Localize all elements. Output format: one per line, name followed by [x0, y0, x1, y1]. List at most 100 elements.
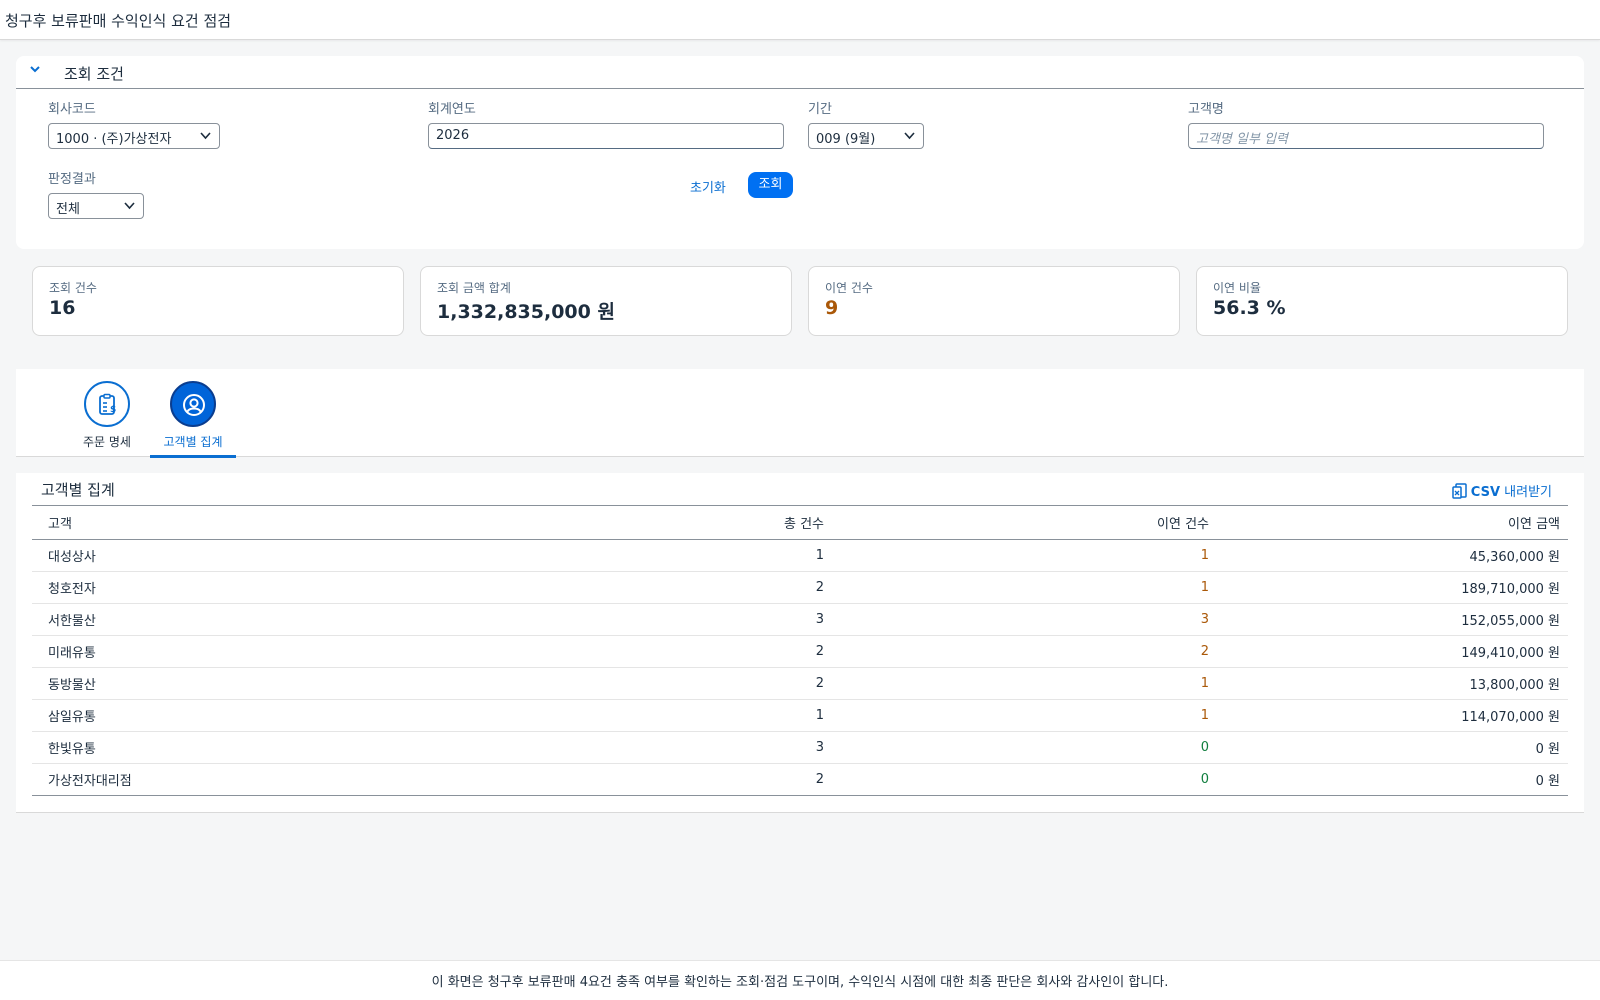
svg-text:$: $	[110, 405, 116, 415]
column-header-total-count[interactable]: 총 건수	[482, 506, 832, 540]
cell-total-count: 2	[815, 676, 824, 691]
cell-deferred-count: 0	[1200, 772, 1209, 787]
kpi-value: 9	[825, 297, 839, 319]
cell-customer: 가상전자대리점	[48, 774, 132, 789]
table-row[interactable]: 미래유통 2 2 149,410,000 원	[32, 636, 1568, 668]
order-clipboard-icon: $	[99, 393, 116, 415]
filter-panel: 조회 조건 회사코드 1000 · (주)가상전자 회계연도 2026 기간 0…	[16, 56, 1584, 249]
kpi-card-deferred-ratio: 이연 비율 56.3 %	[1196, 266, 1568, 336]
cell-total-count: 3	[815, 612, 824, 627]
cell-customer: 삼일유통	[48, 710, 96, 725]
table-row[interactable]: 한빛유통 3 0 0 원	[32, 732, 1568, 764]
result-select[interactable]: 전체	[48, 193, 144, 219]
company-code-select[interactable]: 1000 · (주)가상전자	[48, 123, 220, 149]
column-header-customer[interactable]: 고객	[32, 506, 482, 540]
period-value: 009 (9월)	[816, 132, 876, 147]
customer-icon	[183, 394, 205, 416]
csv-download-label: 내려받기	[1500, 485, 1552, 500]
cell-customer: 동방물산	[48, 678, 96, 693]
cell-total-count: 1	[815, 548, 824, 563]
cell-deferred-amount: 45,360,000 원	[1469, 550, 1560, 565]
fiscal-year-input[interactable]: 2026	[428, 123, 784, 149]
cell-deferred-count: 2	[1200, 644, 1209, 659]
app-header: 청구후 보류판매 수익인식 요건 점검	[0, 0, 1600, 40]
cell-customer: 청호전자	[48, 582, 96, 597]
kpi-value: 56.3 %	[1213, 297, 1286, 319]
cell-customer: 대성상사	[48, 550, 96, 565]
company-code-label: 회사코드	[48, 102, 96, 117]
kpi-label: 조회 금액 합계	[437, 281, 511, 295]
icon-tab-bar: $ 주문 명세 고객별 집계	[16, 369, 1584, 458]
filter-panel-header[interactable]: 조회 조건	[16, 56, 1584, 89]
search-button[interactable]: 조회	[748, 172, 793, 198]
table-row[interactable]: 청호전자 2 1 189,710,000 원	[32, 572, 1568, 604]
tab-underline	[150, 455, 236, 458]
cell-deferred-amount: 0 원	[1535, 742, 1560, 757]
kpi-card-deferred-count: 이연 건수 9	[808, 266, 1180, 336]
tab-icon-circle: $	[84, 381, 130, 427]
result-value: 전체	[56, 202, 80, 217]
cell-deferred-amount: 13,800,000 원	[1469, 678, 1560, 693]
cell-deferred-amount: 189,710,000 원	[1461, 582, 1560, 597]
table-row[interactable]: 서한물산 3 3 152,055,000 원	[32, 604, 1568, 636]
cell-deferred-count: 1	[1200, 676, 1209, 691]
footer-disclaimer: 이 화면은 청구후 보류판매 4요건 충족 여부를 확인하는 조회·점검 도구이…	[0, 960, 1600, 1000]
cell-total-count: 3	[815, 740, 824, 755]
customer-summary-panel: 고객별 집계 CSV 내려받기 고객 총 건수 이연 건수 이연 금액 대성상사…	[16, 473, 1584, 813]
result-label: 판정결과	[48, 172, 96, 187]
kpi-label: 이연 비율	[1213, 281, 1261, 295]
csv-download-button[interactable]: CSV 내려받기	[1452, 481, 1552, 500]
tab-order-details[interactable]: $ 주문 명세	[64, 369, 150, 457]
excel-export-icon	[1452, 483, 1467, 499]
cell-deferred-count: 1	[1200, 708, 1209, 723]
cell-deferred-count: 1	[1200, 548, 1209, 563]
kpi-value: 1,332,835,000 원	[437, 301, 615, 323]
table-row[interactable]: 삼일유통 1 1 114,070,000 원	[32, 700, 1568, 732]
table-row[interactable]: 동방물산 2 1 13,800,000 원	[32, 668, 1568, 700]
kpi-card-amount: 조회 금액 합계 1,332,835,000 원	[420, 266, 792, 336]
kpi-label: 조회 건수	[49, 281, 97, 295]
chevron-down-icon	[904, 132, 915, 140]
cell-total-count: 2	[815, 644, 824, 659]
tab-customer-summary[interactable]: 고객별 집계	[150, 369, 236, 458]
fiscal-year-label: 회계연도	[428, 102, 476, 117]
chevron-down-icon	[200, 132, 211, 140]
cell-deferred-count: 0	[1200, 740, 1209, 755]
chevron-down-icon[interactable]	[28, 62, 42, 76]
cell-customer: 서한물산	[48, 614, 96, 629]
cell-deferred-amount: 152,055,000 원	[1461, 614, 1560, 629]
cell-deferred-count: 1	[1200, 580, 1209, 595]
kpi-value: 16	[49, 297, 76, 319]
cell-deferred-amount: 149,410,000 원	[1461, 646, 1560, 661]
column-header-deferred-amount[interactable]: 이연 금액	[1217, 506, 1568, 540]
reset-button[interactable]: 초기화	[690, 177, 726, 196]
customer-summary-table: 고객 총 건수 이연 건수 이연 금액 대성상사 1 1 45,360,000 원청호…	[32, 505, 1568, 796]
period-select[interactable]: 009 (9월)	[808, 123, 924, 149]
company-code-value: 1000 · (주)가상전자	[56, 132, 172, 147]
chevron-down-icon	[124, 202, 135, 210]
kpi-label: 이연 건수	[825, 281, 873, 295]
cell-total-count: 2	[815, 580, 824, 595]
customer-name-input[interactable]: 고객명 일부 입력	[1188, 123, 1544, 149]
table-row[interactable]: 가상전자대리점 2 0 0 원	[32, 764, 1568, 796]
table-title: 고객별 집계	[41, 481, 115, 499]
page-title: 청구후 보류판매 수익인식 요건 점검	[5, 12, 232, 30]
cell-deferred-amount: 0 원	[1535, 774, 1560, 789]
table-header-row: 고객 총 건수 이연 건수 이연 금액	[32, 505, 1568, 540]
csv-download-label-strong: CSV	[1470, 485, 1501, 500]
cell-customer: 미래유통	[48, 646, 96, 661]
filter-panel-title: 조회 조건	[64, 65, 124, 83]
table-row[interactable]: 대성상사 1 1 45,360,000 원	[32, 540, 1568, 572]
cell-customer: 한빛유통	[48, 742, 96, 757]
tab-icon-circle	[170, 381, 216, 427]
customer-name-label: 고객명	[1188, 102, 1224, 117]
cell-deferred-amount: 114,070,000 원	[1461, 710, 1560, 725]
tab-label: 고객별 집계	[163, 435, 223, 449]
period-label: 기간	[808, 102, 832, 117]
cell-total-count: 2	[815, 772, 824, 787]
column-header-deferred-count[interactable]: 이연 건수	[832, 506, 1217, 540]
tab-label: 주문 명세	[83, 435, 131, 449]
cell-deferred-count: 3	[1200, 612, 1209, 627]
kpi-card-count: 조회 건수 16	[32, 266, 404, 336]
cell-total-count: 1	[815, 708, 824, 723]
